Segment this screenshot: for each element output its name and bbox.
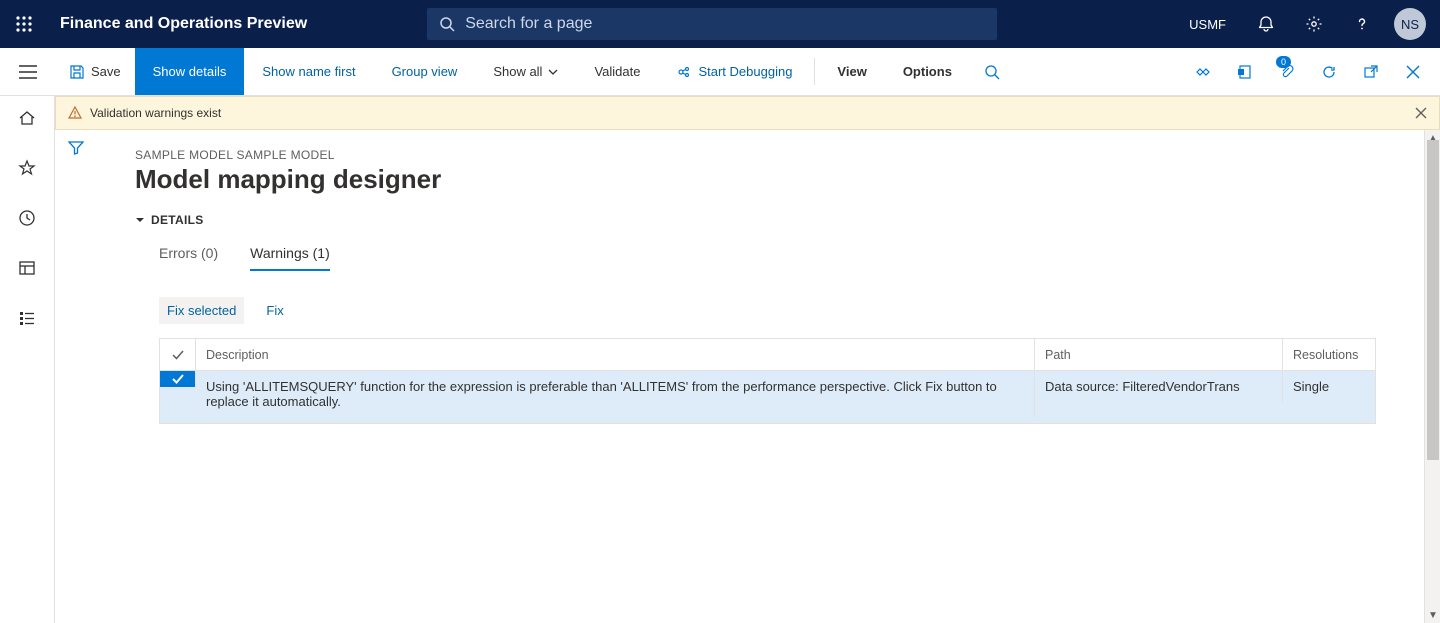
vertical-scrollbar[interactable]: ▲ ▼ [1424,130,1440,623]
row-description: Using 'ALLITEMSQUERY' function for the e… [196,371,1035,417]
tab-errors[interactable]: Errors (0) [159,245,218,271]
group-view-button[interactable]: Group view [374,48,476,95]
validate-button[interactable]: Validate [576,48,658,95]
page-title: Model mapping designer [135,164,1416,195]
scroll-thumb[interactable] [1427,140,1439,460]
attachments-icon[interactable]: 0 [1266,48,1308,96]
global-header: Finance and Operations Preview Search fo… [0,0,1440,48]
recent-icon[interactable] [15,206,39,230]
save-label: Save [91,64,121,79]
scroll-down-icon[interactable]: ▼ [1425,607,1440,623]
warnings-actions: Fix selected Fix [159,297,1416,324]
favorites-icon[interactable] [15,156,39,180]
debug-icon [676,64,692,80]
save-button[interactable]: Save [55,48,135,95]
tab-warnings[interactable]: Warnings (1) [250,245,330,271]
notifications-icon[interactable] [1244,0,1288,48]
collapse-icon [135,215,145,225]
app-title: Finance and Operations Preview [48,15,307,33]
app-launcher-icon[interactable] [0,0,48,48]
action-search-icon[interactable] [970,48,1014,95]
breadcrumb: SAMPLE MODEL SAMPLE MODEL [135,148,1416,162]
attachments-badge: 0 [1276,56,1291,68]
details-section-header[interactable]: DETAILS [135,213,1416,227]
nav-rail [0,96,55,623]
help-icon[interactable] [1340,0,1384,48]
banner-close-icon[interactable] [1415,107,1427,119]
grid-select-all[interactable] [160,339,196,370]
save-icon [69,64,85,80]
col-path[interactable]: Path [1035,339,1283,370]
company-code[interactable]: USMF [1175,17,1240,32]
action-pane-right: 0 [1182,48,1440,95]
warning-triangle-icon [68,106,82,120]
chevron-down-icon [548,69,558,75]
global-search[interactable]: Search for a page [427,8,997,40]
row-path: Data source: FilteredVendorTrans [1035,371,1283,402]
col-resolutions[interactable]: Resolutions [1283,339,1375,370]
popout-icon[interactable] [1350,48,1392,96]
grid-row[interactable]: Using 'ALLITEMSQUERY' function for the e… [160,371,1375,423]
row-resolutions: Single [1283,371,1375,402]
options-menu[interactable]: Options [885,48,970,95]
fix-selected-button[interactable]: Fix selected [159,297,244,324]
search-placeholder: Search for a page [465,15,592,33]
show-details-button[interactable]: Show details [135,48,245,95]
view-menu[interactable]: View [819,48,884,95]
office-addin-icon[interactable] [1224,48,1266,96]
start-debugging-button[interactable]: Start Debugging [658,48,810,95]
search-icon [439,16,455,32]
details-label: DETAILS [151,213,204,227]
nav-toggle-icon[interactable] [0,48,55,95]
show-all-label: Show all [493,64,542,79]
content-area: SAMPLE MODEL SAMPLE MODEL Model mapping … [97,130,1440,623]
details-tabs: Errors (0) Warnings (1) [159,245,1416,271]
col-description[interactable]: Description [196,339,1035,370]
header-right: USMF NS [1175,0,1432,48]
divider [814,58,815,85]
row-checkbox[interactable] [160,371,196,387]
workspaces-icon[interactable] [15,256,39,280]
personalize-icon[interactable] [1182,48,1224,96]
modules-icon[interactable] [15,306,39,330]
start-debugging-label: Start Debugging [698,64,792,79]
validation-warning-banner: Validation warnings exist [55,96,1440,130]
filter-icon[interactable] [68,140,84,156]
refresh-icon[interactable] [1308,48,1350,96]
home-icon[interactable] [15,106,39,130]
close-page-icon[interactable] [1392,48,1434,96]
warning-banner-text: Validation warnings exist [90,106,221,120]
show-name-first-button[interactable]: Show name first [244,48,373,95]
settings-icon[interactable] [1292,0,1336,48]
user-avatar[interactable]: NS [1394,8,1426,40]
filter-rail [55,130,97,623]
warnings-grid: Description Path Resolutions Using 'ALLI… [159,338,1376,424]
action-pane: Save Show details Show name first Group … [0,48,1440,96]
show-all-dropdown[interactable]: Show all [475,48,576,95]
fix-button[interactable]: Fix [258,297,291,324]
grid-header: Description Path Resolutions [160,339,1375,371]
